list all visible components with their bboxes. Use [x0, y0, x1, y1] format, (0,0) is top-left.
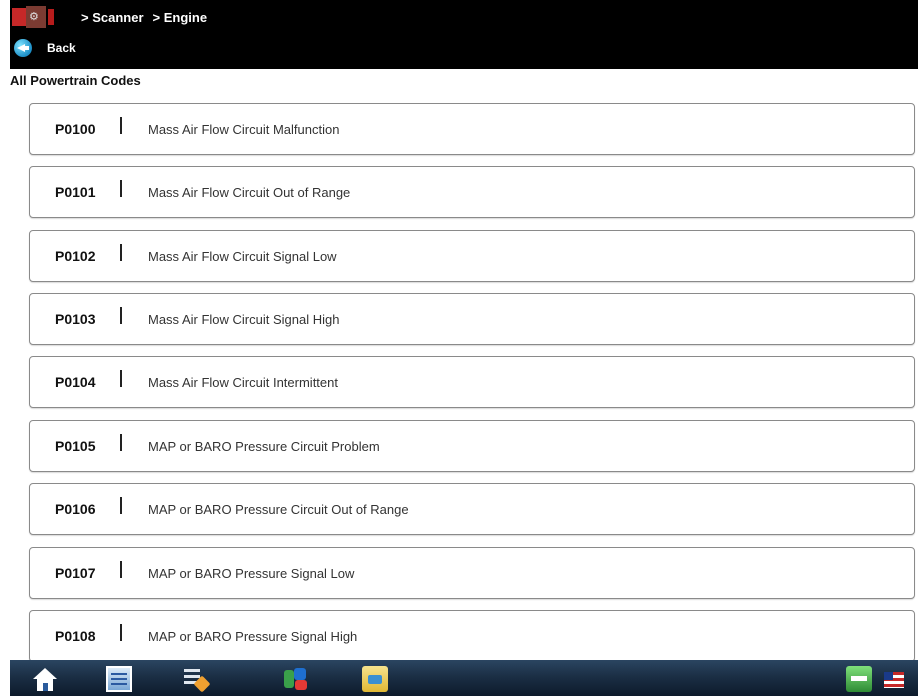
app-logo-icon[interactable]: ⚙: [12, 6, 72, 28]
code-description: Mass Air Flow Circuit Out of Range: [148, 185, 351, 200]
document-icon[interactable]: [106, 666, 132, 692]
code-row[interactable]: P0106 MAP or BARO Pressure Circuit Out o…: [29, 483, 915, 535]
list-icon[interactable]: [182, 666, 211, 693]
status-icon[interactable]: [846, 666, 872, 692]
separator: [120, 117, 122, 134]
code-row[interactable]: P0100 Mass Air Flow Circuit Malfunction: [29, 103, 915, 155]
code-id: P0103: [55, 311, 96, 327]
separator: [120, 307, 122, 324]
code-id: P0102: [55, 248, 96, 264]
code-id: P0108: [55, 628, 96, 644]
separator: [120, 434, 122, 451]
code-description: Mass Air Flow Circuit Malfunction: [148, 122, 340, 137]
code-description: MAP or BARO Pressure Circuit Out of Rang…: [148, 502, 409, 517]
code-row[interactable]: P0108 MAP or BARO Pressure Signal High: [29, 610, 915, 662]
code-description: MAP or BARO Pressure Signal Low: [148, 566, 355, 581]
code-description: MAP or BARO Pressure Signal High: [148, 629, 358, 644]
code-row[interactable]: P0104 Mass Air Flow Circuit Intermittent: [29, 356, 915, 408]
scanner-icon[interactable]: [282, 666, 308, 692]
folder-icon[interactable]: [362, 666, 388, 692]
back-arrow-icon[interactable]: [14, 39, 32, 57]
separator: [120, 180, 122, 197]
code-row[interactable]: P0105 MAP or BARO Pressure Circuit Probl…: [29, 420, 915, 472]
flag-icon[interactable]: [882, 666, 906, 692]
separator: [120, 624, 122, 641]
code-description: MAP or BARO Pressure Circuit Problem: [148, 439, 380, 454]
code-row[interactable]: P0102 Mass Air Flow Circuit Signal Low: [29, 230, 915, 282]
separator: [120, 244, 122, 261]
code-id: P0105: [55, 438, 96, 454]
back-button[interactable]: Back: [14, 38, 76, 58]
separator: [120, 561, 122, 578]
back-label[interactable]: Back: [47, 41, 76, 55]
breadcrumb-engine[interactable]: > Engine: [153, 10, 208, 25]
separator: [120, 497, 122, 514]
code-id: P0107: [55, 565, 96, 581]
taskbar: [10, 660, 918, 696]
page-title: All Powertrain Codes: [10, 73, 141, 88]
code-description: Mass Air Flow Circuit Signal High: [148, 312, 340, 327]
code-description: Mass Air Flow Circuit Signal Low: [148, 249, 337, 264]
separator: [120, 370, 122, 387]
home-icon[interactable]: [32, 666, 58, 692]
code-id: P0100: [55, 121, 96, 137]
code-row[interactable]: P0107 MAP or BARO Pressure Signal Low: [29, 547, 915, 599]
breadcrumb-scanner[interactable]: > Scanner: [81, 10, 144, 25]
code-id: P0106: [55, 501, 96, 517]
top-header: ⚙ > Scanner > Engine Back: [10, 0, 918, 69]
code-description: Mass Air Flow Circuit Intermittent: [148, 375, 338, 390]
breadcrumb: ⚙ > Scanner > Engine: [10, 6, 208, 28]
code-row[interactable]: P0103 Mass Air Flow Circuit Signal High: [29, 293, 915, 345]
code-id: P0101: [55, 184, 96, 200]
code-row[interactable]: P0101 Mass Air Flow Circuit Out of Range: [29, 166, 915, 218]
code-id: P0104: [55, 374, 96, 390]
